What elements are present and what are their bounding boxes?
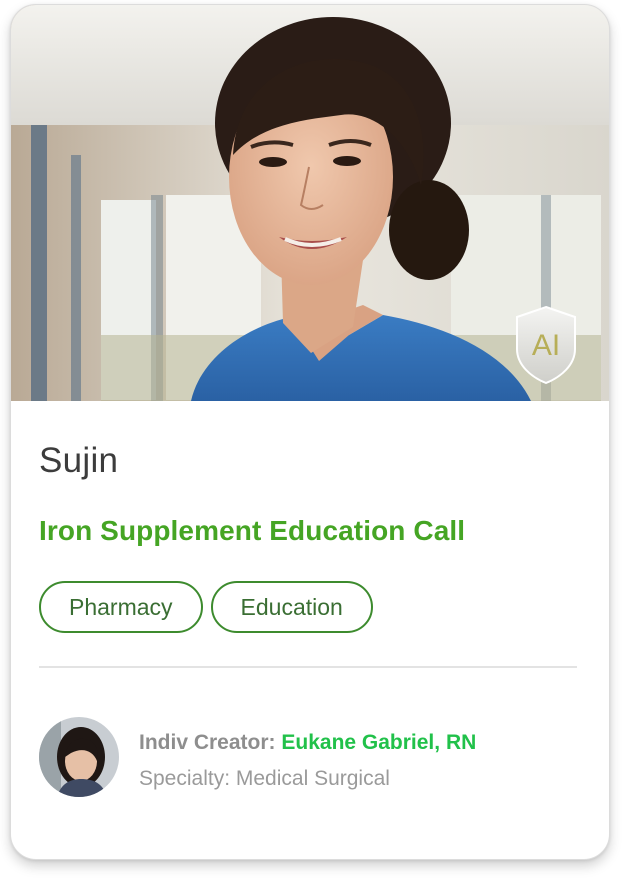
- scenario-title[interactable]: Iron Supplement Education Call: [39, 515, 465, 547]
- creator-specialty: Specialty: Medical Surgical: [139, 767, 390, 790]
- divider: [39, 666, 577, 668]
- ai-badge-label: AI: [532, 329, 560, 362]
- tag-list: Pharmacy Education: [39, 581, 373, 633]
- ai-badge: AI: [513, 305, 579, 385]
- creator-line: Indiv Creator: Eukane Gabriel, RN: [139, 731, 476, 755]
- creator-avatar: [39, 717, 119, 797]
- persona-card[interactable]: AI Sujin Iron Supplement Education Call …: [10, 4, 610, 860]
- creator-name[interactable]: Eukane Gabriel, RN: [281, 731, 476, 754]
- creator-label: Indiv Creator:: [139, 731, 276, 754]
- tag-pharmacy[interactable]: Pharmacy: [39, 581, 203, 633]
- tag-education[interactable]: Education: [210, 581, 373, 633]
- persona-name: Sujin: [39, 441, 119, 480]
